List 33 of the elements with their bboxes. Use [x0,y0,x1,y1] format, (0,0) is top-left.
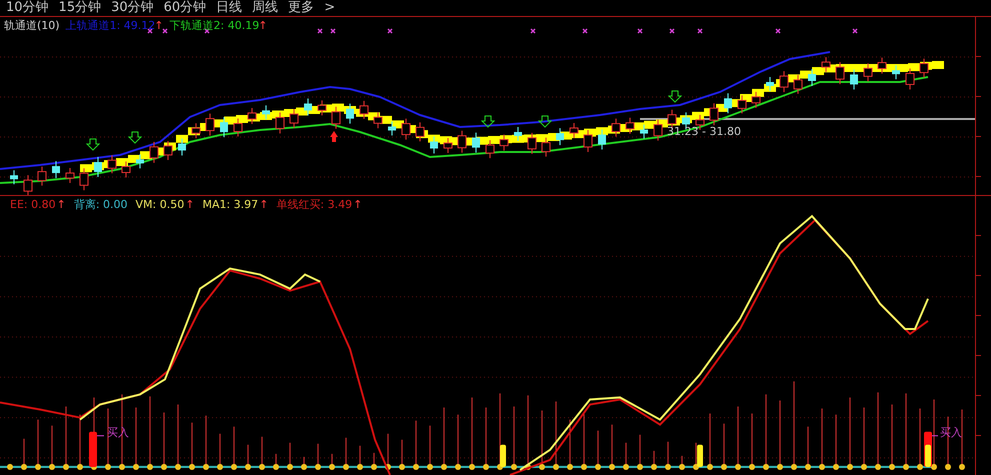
trend-arrow: ↑ [353,198,362,212]
trend-arrow: ↑ [185,198,194,212]
down-arrow-icon [538,116,552,128]
trend-arrow: ↑ [259,198,268,212]
legend-value: 上轨通道1: 49.12 [66,19,156,33]
period-tab[interactable]: 更多 [288,0,314,16]
indicator-title: 轨通道(10) [4,19,60,33]
legend-value: EE: 0.80 [10,198,56,212]
legend-value: MA1: 3.97 [202,198,258,212]
period-tab[interactable]: 10分钟 [6,0,49,16]
trend-arrow: ↑ [154,19,164,33]
signal-bar [500,444,506,467]
legend-value: VM: 0.50 [136,198,184,212]
signal-bar [697,444,703,467]
signal-bar [89,432,97,467]
period-tab[interactable]: 周线 [252,0,278,16]
up-arrow-icon [330,131,338,142]
trend-arrow: ↑ [258,19,268,33]
period-tab[interactable]: > [324,0,336,16]
period-tab[interactable]: 30分钟 [111,0,154,16]
down-arrow-icon [86,138,100,151]
down-arrow-icon [480,116,496,128]
trend-arrow: ↑ [56,198,66,212]
period-tab[interactable]: 日线 [216,0,242,16]
legend-value: 单线红买: 3.49 [276,198,352,212]
period-tab[interactable]: 15分钟 [58,0,102,16]
leader-line [97,435,104,436]
legend-value: 下轨通道2: 40.19 [170,19,260,33]
down-arrow-icon [668,90,682,103]
leader-line [932,435,938,436]
legend-value: 背离: 0.00 [74,198,128,212]
period-tab[interactable]: 60分钟 [164,0,206,16]
down-arrow-icon [128,132,142,144]
